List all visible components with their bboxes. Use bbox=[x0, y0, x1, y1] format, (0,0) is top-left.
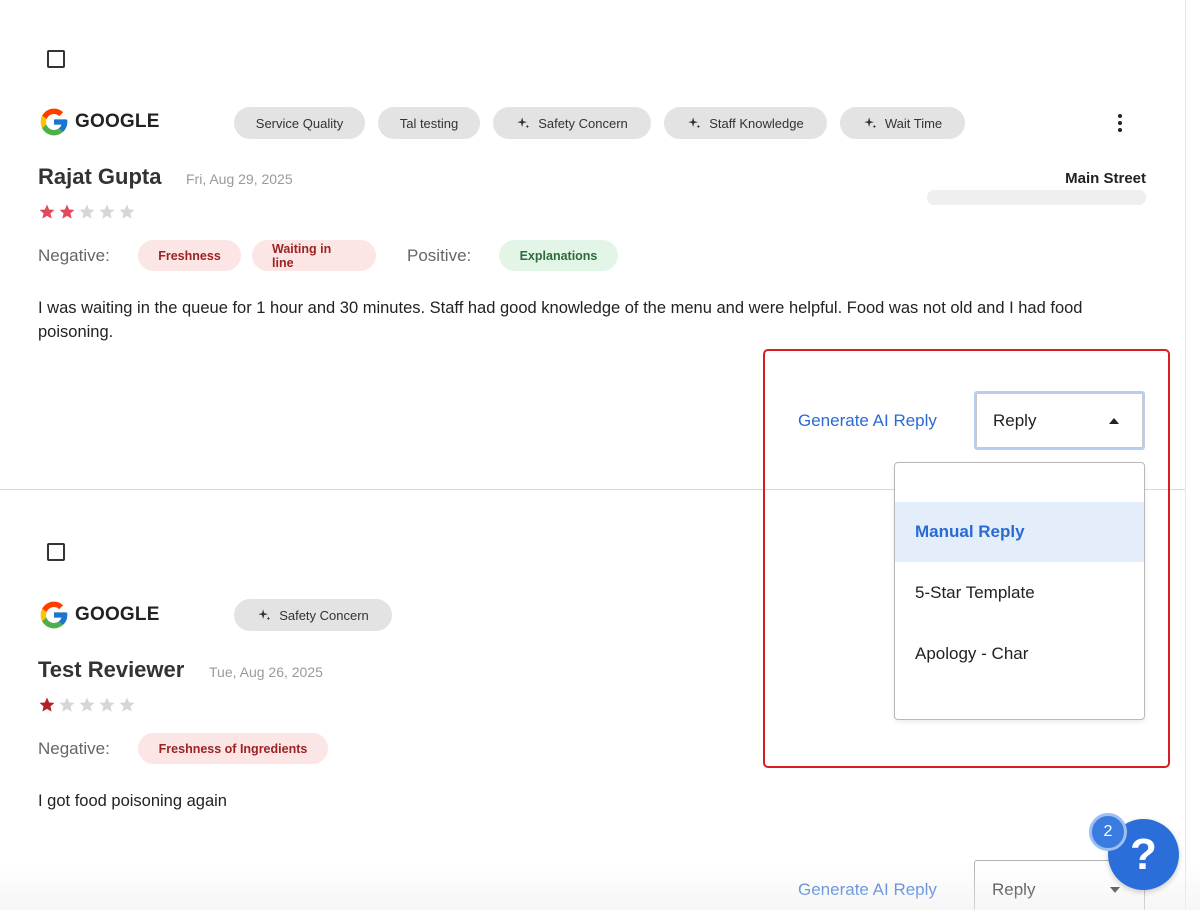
negative-tag: Freshness of Ingredients bbox=[138, 733, 328, 764]
reply-select-value: Reply bbox=[993, 410, 1037, 430]
reply-dropdown-menu: Manual Reply 5-Star Template Apology - C… bbox=[894, 462, 1145, 720]
star-icon bbox=[79, 697, 95, 712]
reply-option-5-star-template[interactable]: 5-Star Template bbox=[895, 563, 1144, 623]
reviewer-name: Test Reviewer bbox=[38, 657, 185, 682]
help-icon: ? bbox=[1130, 829, 1157, 879]
star-rating bbox=[38, 203, 136, 221]
star-icon bbox=[119, 204, 135, 219]
reply-option-apology-char[interactable]: Apology - Char bbox=[895, 624, 1144, 684]
caret-down-icon bbox=[1110, 886, 1120, 893]
sparkle-icon bbox=[864, 117, 876, 129]
review-date: Fri, Aug 29, 2025 bbox=[186, 171, 293, 187]
star-rating bbox=[38, 696, 136, 714]
positive-tag: Explanations bbox=[499, 240, 618, 271]
topic-chip[interactable]: Service Quality bbox=[234, 107, 365, 139]
negative-label: Negative: bbox=[38, 739, 110, 758]
reviewer-name: Rajat Gupta bbox=[38, 164, 162, 189]
reply-select[interactable]: Reply bbox=[974, 391, 1145, 450]
topic-chip-ai[interactable]: Wait Time bbox=[840, 107, 965, 139]
review-text: I got food poisoning again bbox=[38, 792, 227, 810]
negative-tag: Waiting in line bbox=[252, 240, 376, 271]
star-icon bbox=[39, 697, 55, 712]
star-icon bbox=[79, 204, 95, 219]
topic-chip-ai[interactable]: Staff Knowledge bbox=[664, 107, 827, 139]
star-icon bbox=[59, 204, 75, 219]
negative-tag: Freshness bbox=[138, 240, 241, 271]
review-date: Tue, Aug 26, 2025 bbox=[209, 664, 323, 680]
chip-label: Tal testing bbox=[399, 115, 459, 131]
sparkle-icon bbox=[688, 117, 701, 129]
location-name: Main Street bbox=[1065, 170, 1146, 187]
review-source: GOOGLE bbox=[38, 106, 160, 138]
page-right-border bbox=[1185, 0, 1186, 910]
generate-ai-reply-button[interactable]: Generate AI Reply bbox=[798, 411, 937, 431]
reply-select-value: Reply bbox=[992, 879, 1036, 899]
negative-label: Negative: bbox=[38, 246, 110, 265]
location-placeholder-bar bbox=[927, 190, 1146, 205]
caret-up-icon bbox=[1109, 417, 1119, 424]
review-select-checkbox[interactable] bbox=[47, 543, 65, 561]
source-name: GOOGLE bbox=[75, 111, 160, 132]
topic-chip-ai[interactable]: Safety Concern bbox=[234, 599, 392, 631]
star-icon bbox=[119, 697, 135, 712]
chip-label: Service Quality bbox=[255, 115, 344, 131]
sparkle-icon bbox=[258, 609, 271, 621]
more-vertical-icon[interactable] bbox=[1110, 112, 1130, 134]
review-source: GOOGLE bbox=[38, 599, 160, 631]
chip-label: Staff Knowledge bbox=[709, 115, 804, 131]
chip-label: Safety Concern bbox=[279, 607, 369, 623]
review-text: I was waiting in the queue for 1 hour an… bbox=[38, 299, 1083, 341]
star-icon bbox=[99, 204, 115, 219]
review-select-checkbox[interactable] bbox=[47, 50, 65, 68]
generate-ai-reply-button[interactable]: Generate AI Reply bbox=[798, 880, 937, 900]
reply-option-manual[interactable]: Manual Reply bbox=[895, 502, 1144, 562]
star-icon bbox=[99, 697, 115, 712]
topic-chip[interactable]: Tal testing bbox=[378, 107, 480, 139]
star-icon bbox=[59, 697, 75, 712]
star-icon bbox=[39, 204, 55, 219]
google-logo-icon bbox=[40, 108, 68, 136]
source-name: GOOGLE bbox=[75, 604, 160, 625]
positive-label: Positive: bbox=[407, 246, 472, 265]
chip-label: Safety Concern bbox=[538, 115, 628, 131]
notification-badge[interactable]: 2 bbox=[1089, 813, 1127, 851]
sparkle-icon bbox=[517, 117, 530, 129]
chip-label: Wait Time bbox=[884, 115, 943, 131]
google-logo-icon bbox=[40, 601, 68, 629]
topic-chip-ai[interactable]: Safety Concern bbox=[493, 107, 651, 139]
